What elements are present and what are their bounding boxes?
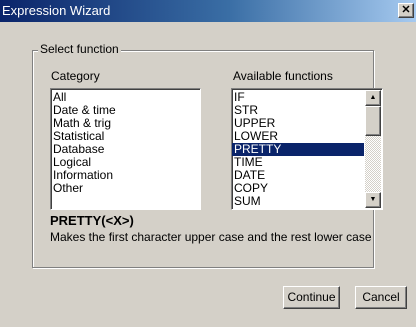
window-title: Expression Wizard	[2, 3, 111, 18]
category-label: Category	[51, 69, 100, 83]
scroll-thumb[interactable]	[365, 106, 381, 136]
list-item[interactable]: SUM	[232, 195, 364, 208]
title-bar[interactable]: Expression Wizard ✕	[0, 0, 416, 22]
function-signature: PRETTY(<X>)	[50, 213, 134, 228]
close-icon: ✕	[401, 4, 411, 16]
functions-listbox[interactable]: IF STR UPPER LOWER PRETTY TIME DATE COPY SUM ▲ ▼	[231, 88, 383, 210]
scroll-up-icon: ▲	[369, 94, 377, 101]
group-legend: Select function	[38, 42, 121, 56]
continue-button[interactable]: Continue	[283, 286, 340, 309]
category-listbox[interactable]: All Date & time Math & trig Statistical Data…	[50, 88, 201, 210]
cancel-button[interactable]: Cancel	[355, 286, 407, 309]
functions-scrollbar[interactable]: ▲ ▼	[365, 90, 381, 208]
expression-wizard-dialog: Expression Wizard ✕ Select function Cate…	[0, 0, 416, 327]
list-item[interactable]: Other	[51, 182, 200, 195]
scroll-down-icon: ▼	[369, 196, 377, 203]
close-button[interactable]: ✕	[398, 3, 414, 18]
scroll-up-button[interactable]: ▲	[365, 90, 381, 106]
function-description: Makes the first character upper case and…	[50, 230, 372, 244]
functions-label: Available functions	[233, 69, 333, 83]
scroll-down-button[interactable]: ▼	[365, 192, 381, 208]
